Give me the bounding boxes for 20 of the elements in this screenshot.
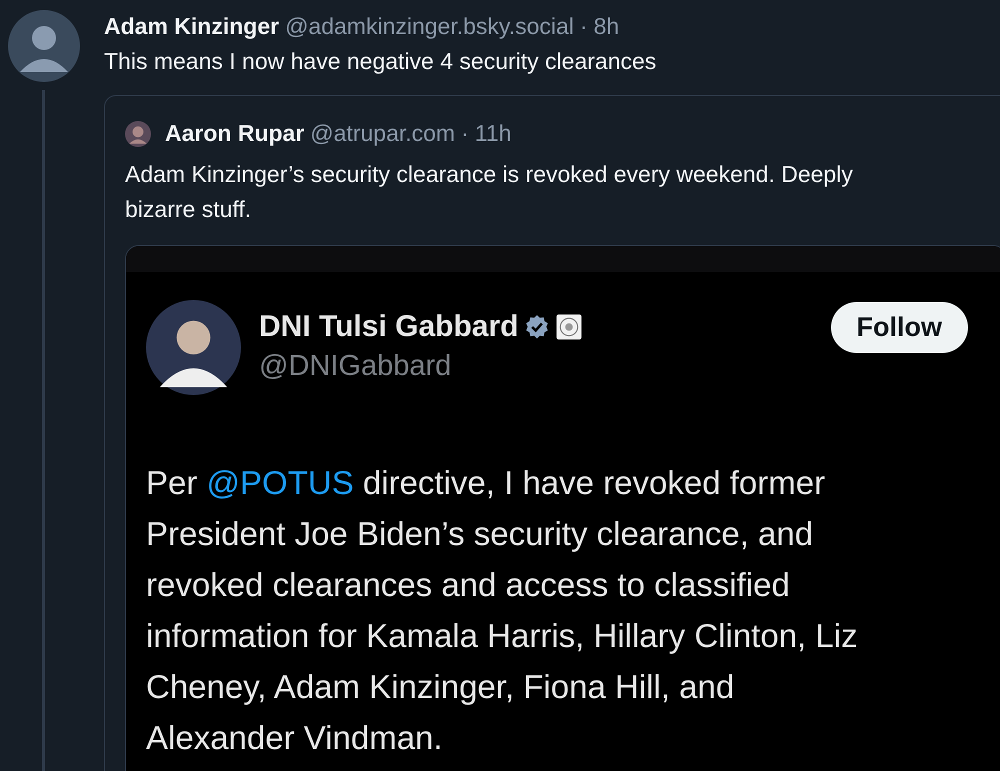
account-handle: @DNIGabbard [259,350,452,383]
author-handle[interactable]: @adamkinzinger.bsky.social [285,13,574,40]
mention-link[interactable]: @POTUS [206,464,354,501]
quote-author-handle[interactable]: @atrupar.com [310,120,456,147]
separator-dot: · [461,120,469,147]
post-time[interactable]: 8h [594,13,620,40]
separator-dot: · [580,13,588,40]
quote-time[interactable]: 11h [474,120,512,147]
quote-text: Adam Kinzinger’s security clearance is revoked every weekend. Deeply bizarre stuff. [125,160,854,224]
embedded-screenshot[interactable] [125,245,1000,771]
avatar[interactable] [8,10,80,82]
embedded-post-text: Per @POTUS directive, I have revoked former President Joe Biden’s security clearance, and revoked clearances and access to classified information for Kamala Harris, Hillary Clinton, Liz Cheney, Adam Kinzinger, Fiona Hill, and Alexander Vindman. [146,463,859,758]
avatar[interactable] [125,120,151,146]
seal-icon [556,314,582,340]
post-text: This means I now have negative 4 security clearances [104,48,658,75]
quote-card[interactable] [104,95,1000,771]
quote-author-name[interactable]: Aaron Rupar [165,120,304,147]
author-name[interactable]: Adam Kinzinger [104,13,280,40]
follow-button[interactable]: Follow [830,302,968,353]
account-name: DNI Tulsi Gabbard [259,310,518,344]
